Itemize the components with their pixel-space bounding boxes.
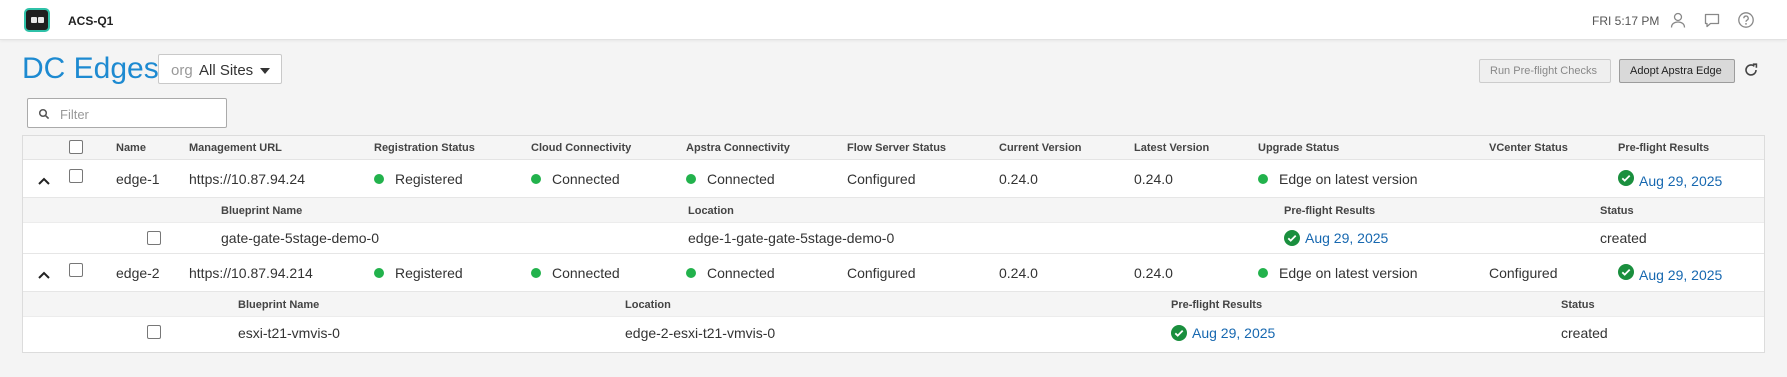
column-header[interactable]: Upgrade Status <box>1258 142 1339 154</box>
filter-box[interactable] <box>27 98 227 128</box>
help-icon[interactable] <box>1737 11 1755 29</box>
status-dot <box>686 268 696 278</box>
column-header[interactable]: Name <box>116 142 146 154</box>
column-header[interactable]: VCenter Status <box>1489 142 1568 154</box>
blueprint-location: edge-1-gate-gate-5stage-demo-0 <box>688 230 895 246</box>
preflight-results-link[interactable]: Aug 29, 2025 <box>1639 173 1722 189</box>
app-title: ACS-Q1 <box>68 14 114 28</box>
blueprint-status: created <box>1561 325 1608 341</box>
check-circle-icon <box>1284 230 1300 246</box>
current-version: 0.24.0 <box>999 265 1038 281</box>
current-version: 0.24.0 <box>999 171 1038 187</box>
latest-version: 0.24.0 <box>1134 171 1173 187</box>
status-dot <box>1258 174 1268 184</box>
status-dot <box>686 174 696 184</box>
subcolumn-header: Pre-flight Results <box>1284 205 1376 217</box>
subcolumn-header: Status <box>1600 205 1634 217</box>
apstra-connectivity: Connected <box>707 171 775 187</box>
check-circle-icon <box>1618 264 1634 280</box>
subcolumn-header: Location <box>625 299 671 311</box>
filter-input[interactable] <box>58 105 218 123</box>
latest-version: 0.24.0 <box>1134 265 1173 281</box>
logo-eye-left <box>31 17 37 23</box>
registration-status: Registered <box>395 265 463 281</box>
blueprint-name: gate-gate-5stage-demo-0 <box>221 230 379 246</box>
edges-table: Name Management URL Registration Status … <box>22 135 1765 353</box>
status-dot <box>1258 268 1268 278</box>
flow-server-status: Configured <box>847 265 916 281</box>
registration-status: Registered <box>395 171 463 187</box>
blueprint-checkbox[interactable] <box>147 231 161 245</box>
column-header[interactable]: Cloud Connectivity <box>531 142 631 154</box>
blueprint-preflight-link[interactable]: Aug 29, 2025 <box>1305 230 1388 246</box>
select-all-checkbox[interactable] <box>69 140 83 154</box>
column-header[interactable]: Current Version <box>999 142 1082 154</box>
column-header[interactable]: Apstra Connectivity <box>686 142 790 154</box>
upgrade-status: Edge on latest version <box>1279 171 1418 187</box>
subcolumn-header: Blueprint Name <box>238 299 320 311</box>
search-icon <box>38 108 50 120</box>
run-preflight-checks-button[interactable]: Run Pre-flight Checks <box>1479 59 1611 83</box>
blueprint-checkbox[interactable] <box>147 325 161 339</box>
row-checkbox[interactable] <box>69 263 83 277</box>
chevron-down-icon <box>260 68 270 74</box>
subcolumn-header: Blueprint Name <box>221 205 303 217</box>
check-circle-icon <box>1618 170 1634 186</box>
column-header[interactable]: Flow Server Status <box>847 142 946 154</box>
blueprint-name: esxi-t21-vmvis-0 <box>238 325 340 341</box>
edge-name: edge-1 <box>116 171 160 187</box>
preflight-results-link[interactable]: Aug 29, 2025 <box>1639 267 1722 283</box>
column-header[interactable]: Management URL <box>189 142 282 154</box>
subcolumn-header: Status <box>1561 299 1595 311</box>
edge-name: edge-2 <box>116 265 160 281</box>
flow-server-status: Configured <box>847 171 916 187</box>
vcenter-status: Configured <box>1489 265 1558 281</box>
refresh-icon[interactable] <box>1743 62 1761 80</box>
clock: FRI 5:17 PM <box>1592 14 1660 28</box>
status-dot <box>374 268 384 278</box>
chevron-up-icon[interactable] <box>37 270 51 280</box>
cloud-connectivity: Connected <box>552 265 620 281</box>
adopt-apstra-edge-button[interactable]: Adopt Apstra Edge <box>1619 59 1735 83</box>
page-title: DC Edges <box>22 52 159 85</box>
blueprint-preflight-link[interactable]: Aug 29, 2025 <box>1192 325 1275 341</box>
subcolumn-header: Pre-flight Results <box>1171 299 1263 311</box>
chat-icon[interactable] <box>1703 11 1721 29</box>
logo-eye-right <box>38 17 44 23</box>
subcolumn-header: Location <box>688 205 734 217</box>
management-url: https://10.87.94.24 <box>189 171 305 187</box>
column-header[interactable]: Registration Status <box>374 142 475 154</box>
management-url: https://10.87.94.214 <box>189 265 313 281</box>
column-header[interactable]: Latest Version <box>1134 142 1209 154</box>
column-header[interactable]: Pre-flight Results <box>1618 142 1709 154</box>
row-checkbox[interactable] <box>69 169 83 183</box>
status-dot <box>531 174 541 184</box>
upgrade-status: Edge on latest version <box>1279 265 1418 281</box>
apstra-connectivity: Connected <box>707 265 775 281</box>
user-icon[interactable] <box>1669 11 1687 29</box>
chevron-up-icon[interactable] <box>37 176 51 186</box>
site-select[interactable]: org All Sites <box>158 54 282 84</box>
cloud-connectivity: Connected <box>552 171 620 187</box>
status-dot <box>374 174 384 184</box>
blueprint-status: created <box>1600 230 1647 246</box>
top-bar: ACS-Q1 FRI 5:17 PM <box>0 0 1787 40</box>
app-logo[interactable] <box>24 8 50 32</box>
blueprint-location: edge-2-esxi-t21-vmvis-0 <box>625 325 776 341</box>
site-select-value: All Sites <box>199 62 254 79</box>
site-select-prefix: org <box>171 62 193 79</box>
status-dot <box>531 268 541 278</box>
check-circle-icon <box>1171 325 1187 341</box>
